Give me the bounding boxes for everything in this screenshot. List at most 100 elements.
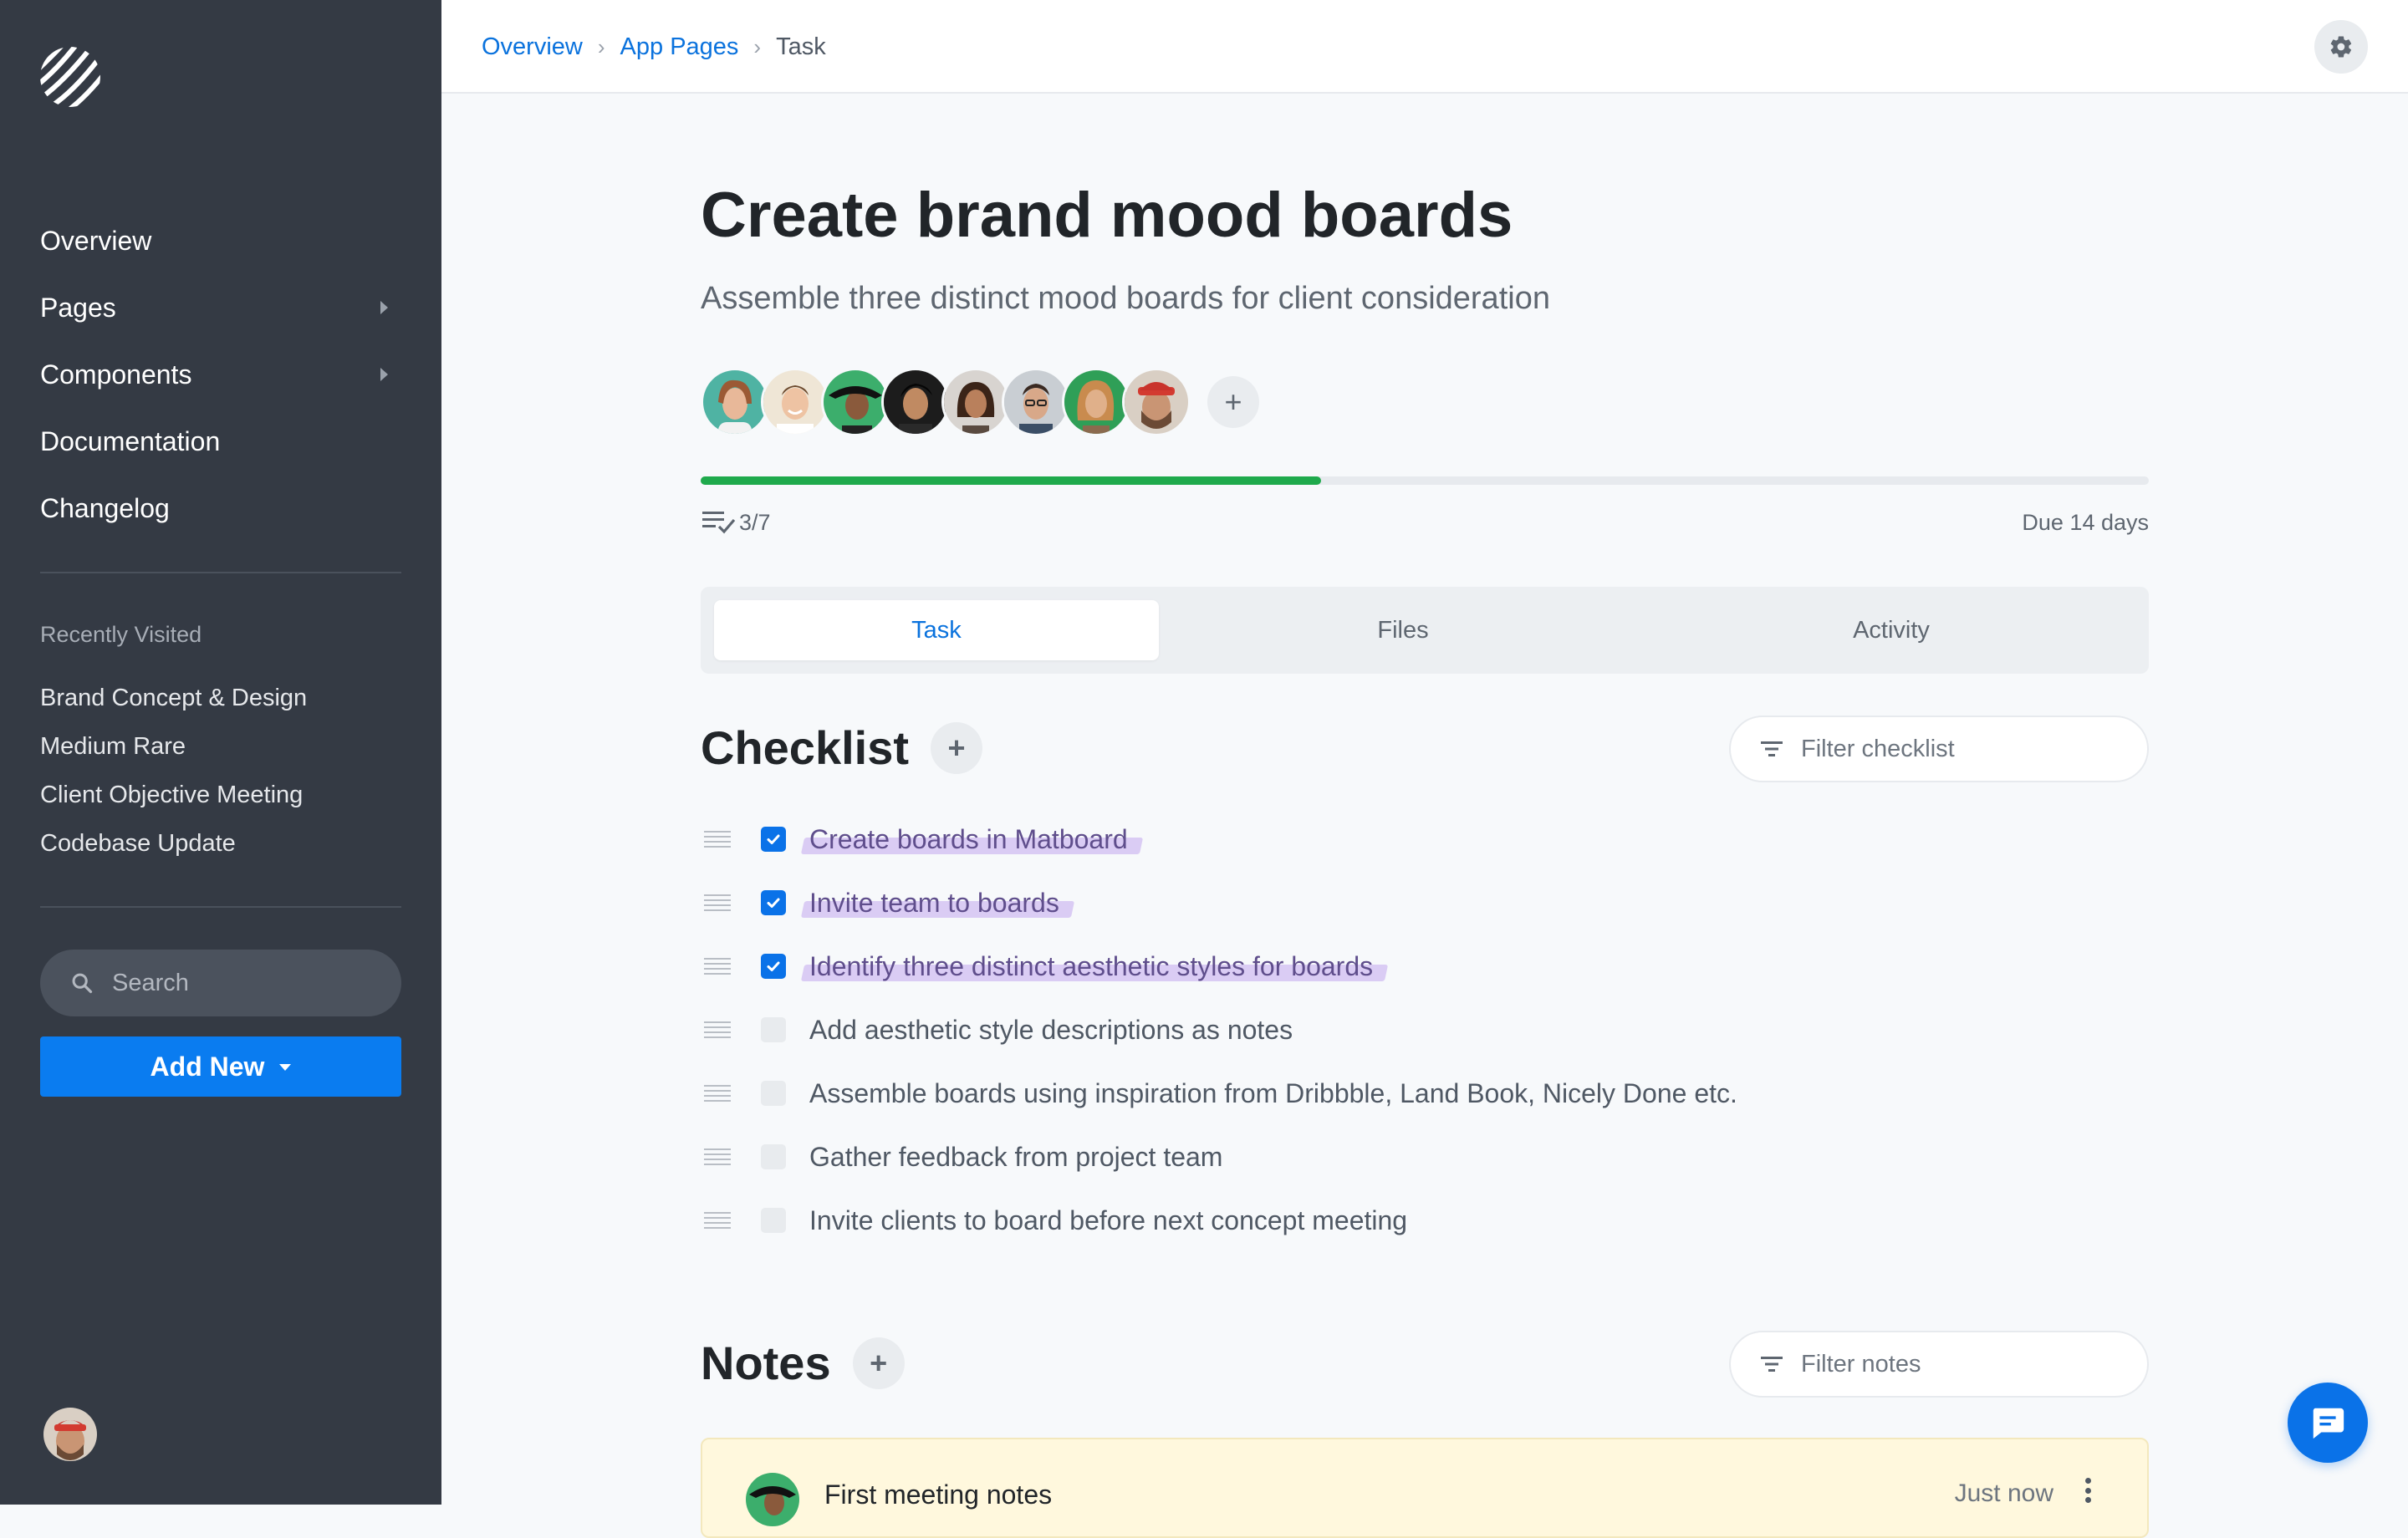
recent-item[interactable]: Medium Rare — [40, 722, 401, 771]
add-checklist-item-button[interactable]: + — [931, 721, 982, 774]
nav-item-components[interactable]: Components — [40, 341, 391, 408]
caret-down-icon — [279, 1064, 292, 1071]
recently-visited-list: Brand Concept & Design Medium Rare Clien… — [40, 674, 401, 868]
checklist-title: Checklist — [701, 721, 909, 774]
checklist-item-text[interactable]: Add aesthetic style descriptions as note… — [809, 1015, 1293, 1046]
chevron-right-icon — [380, 368, 388, 381]
more-vertical-icon[interactable] — [2085, 1478, 2092, 1503]
checkbox[interactable] — [761, 1081, 786, 1106]
tab-files[interactable]: Files — [1159, 600, 1647, 660]
due-date: Due 14 days — [2022, 510, 2149, 535]
checklist-count-value: 3/7 — [739, 509, 771, 535]
checklist-item: Invite clients to board before next conc… — [701, 1189, 2149, 1252]
nav-label: Components — [40, 359, 192, 390]
filter-notes-field — [1729, 1331, 2149, 1398]
nav-item-changelog[interactable]: Changelog — [40, 475, 391, 542]
add-note-button[interactable]: + — [852, 1337, 905, 1389]
progress-fill — [701, 476, 1322, 485]
checklist-item: Gather feedback from project team — [701, 1125, 2149, 1189]
note-time: Just now — [1954, 1479, 2053, 1507]
checklist-item-text[interactable]: Invite clients to board before next conc… — [809, 1205, 1407, 1236]
drag-handle-icon[interactable] — [704, 958, 731, 975]
avatar[interactable] — [1062, 368, 1130, 436]
drag-handle-icon[interactable] — [704, 1085, 731, 1102]
filter-icon — [1761, 741, 1783, 756]
add-member-button[interactable]: + — [1207, 376, 1259, 428]
check-icon — [767, 961, 780, 971]
user-avatar[interactable] — [43, 1408, 97, 1461]
breadcrumb-link-overview[interactable]: Overview — [482, 33, 583, 61]
main-nav: Overview Pages Components Documentation … — [40, 207, 391, 542]
settings-button[interactable] — [2314, 20, 2368, 74]
add-new-button[interactable]: Add New — [40, 1036, 401, 1097]
task-tabs: Task Files Activity — [701, 587, 2149, 674]
checklist-item: Add aesthetic style descriptions as note… — [701, 998, 2149, 1062]
avatar[interactable] — [1122, 368, 1191, 436]
notes-heading: Notes + — [701, 1336, 905, 1390]
nav-item-overview[interactable]: Overview — [40, 207, 391, 274]
checklist-item: Assemble boards using inspiration from D… — [701, 1062, 2149, 1125]
checklist-item-text[interactable]: Create boards in Matboard — [809, 824, 1128, 855]
checklist-icon — [702, 512, 736, 534]
check-icon — [767, 898, 780, 908]
note-title: First meeting notes — [824, 1479, 1053, 1510]
checklist-item-text[interactable]: Assemble boards using inspiration from D… — [809, 1078, 1737, 1109]
checklist-item-text[interactable]: Invite team to boards — [809, 888, 1059, 919]
checklist-item: Create boards in Matboard — [701, 807, 2149, 871]
checkbox[interactable] — [761, 1208, 786, 1233]
checkbox[interactable] — [761, 954, 786, 979]
filter-notes-input[interactable] — [1799, 1349, 2137, 1379]
drag-handle-icon[interactable] — [704, 894, 731, 911]
gear-icon — [2330, 36, 2352, 58]
nav-label: Changelog — [40, 492, 170, 523]
filter-icon — [1761, 1357, 1783, 1372]
recent-item[interactable]: Brand Concept & Design — [40, 674, 401, 722]
avatar[interactable] — [881, 368, 950, 436]
avatar[interactable] — [701, 368, 769, 436]
task-subtitle: Assemble three distinct mood boards for … — [701, 281, 1550, 316]
checklist-item: Invite team to boards — [701, 871, 2149, 935]
chevron-right-icon: › — [753, 33, 762, 59]
top-bar: Overview › App Pages › Task — [441, 0, 2408, 94]
avatar[interactable] — [1002, 368, 1070, 436]
chevron-right-icon — [380, 301, 388, 314]
checkbox[interactable] — [761, 1144, 786, 1169]
checklist-heading: Checklist + — [701, 721, 982, 775]
tab-task[interactable]: Task — [714, 600, 1159, 660]
search-icon — [72, 973, 93, 994]
breadcrumb-current: Task — [776, 33, 826, 60]
checklist-item-text[interactable]: Identify three distinct aesthetic styles… — [809, 951, 1373, 982]
avatar[interactable] — [941, 368, 1010, 436]
breadcrumb-link-app-pages[interactable]: App Pages — [620, 33, 739, 61]
recent-item[interactable]: Client Objective Meeting — [40, 771, 401, 819]
member-avatars: + — [701, 368, 1259, 436]
avatar — [746, 1473, 799, 1526]
note-card[interactable]: First meeting notes Just now — [701, 1438, 2149, 1538]
drag-handle-icon[interactable] — [704, 1212, 731, 1229]
task-progress-bar — [701, 476, 2149, 485]
nav-label: Pages — [40, 292, 116, 323]
check-icon — [767, 834, 780, 844]
nav-item-documentation[interactable]: Documentation — [40, 408, 391, 475]
avatar[interactable] — [821, 368, 890, 436]
sidebar-search — [40, 950, 401, 1016]
drag-handle-icon[interactable] — [704, 1148, 731, 1165]
checkbox[interactable] — [761, 1017, 786, 1042]
drag-handle-icon[interactable] — [704, 1021, 731, 1038]
sidebar-divider — [40, 572, 401, 573]
checkbox[interactable] — [761, 827, 786, 852]
recently-visited-heading: Recently Visited — [40, 622, 202, 647]
avatar[interactable] — [761, 368, 829, 436]
brand-logo-icon[interactable] — [38, 45, 102, 109]
recent-item[interactable]: Codebase Update — [40, 819, 401, 868]
checkbox[interactable] — [761, 890, 786, 915]
drag-handle-icon[interactable] — [704, 831, 731, 848]
chat-button[interactable] — [2288, 1383, 2368, 1463]
search-input[interactable] — [110, 968, 365, 998]
nav-item-pages[interactable]: Pages — [40, 274, 391, 341]
tab-activity[interactable]: Activity — [1647, 600, 2135, 660]
filter-checklist-field — [1729, 716, 2149, 782]
filter-checklist-input[interactable] — [1799, 734, 2137, 764]
checklist-item-text[interactable]: Gather feedback from project team — [809, 1142, 1222, 1173]
nav-label: Documentation — [40, 425, 221, 456]
